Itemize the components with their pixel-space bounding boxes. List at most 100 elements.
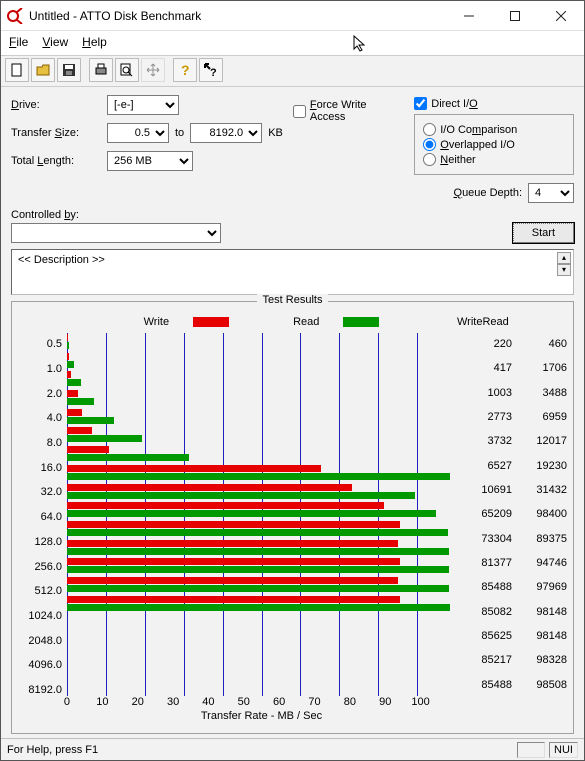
bar-row [67,576,456,595]
bar-row [67,333,456,352]
read-value: 98328 [512,654,567,666]
value-row: 10033488 [457,381,567,405]
open-button[interactable] [31,58,55,82]
y-tick-label: 16.0 [18,455,62,480]
read-bar [67,454,189,461]
write-value: 85488 [457,679,512,691]
read-bar [67,604,450,611]
read-value: 98148 [512,630,567,642]
results-body: 0.51.02.04.08.016.032.064.0128.0256.0512… [18,332,567,727]
bar-row [67,445,456,464]
bar-row [67,464,456,483]
bar-row [67,501,456,520]
kb-label: KB [268,127,283,139]
save-button[interactable] [57,58,81,82]
io-comparison-radio[interactable]: I/O Comparison [423,123,565,136]
value-row: 7330489375 [457,527,567,551]
read-bar [67,510,436,517]
value-row: 652719230 [457,454,567,478]
print-button[interactable] [89,58,113,82]
bar-row [67,389,456,408]
status-indicator: NUI [549,742,578,758]
controlled-by-select[interactable] [11,223,221,243]
value-row: 6520998400 [457,502,567,526]
write-value: 65209 [457,508,512,520]
y-tick-label: 256.0 [18,554,62,579]
total-length-select[interactable]: 256 MB [107,151,193,171]
svg-text:?: ? [210,67,217,78]
menu-view[interactable]: View [42,35,68,49]
y-axis-labels: 0.51.02.04.08.016.032.064.0128.0256.0512… [18,332,66,727]
titlebar: Untitled - ATTO Disk Benchmark [1,1,584,31]
write-bar [67,446,109,453]
direct-io-checkbox[interactable]: Direct I/O [414,97,574,110]
statusbar: For Help, press F1 NUI [1,738,584,760]
y-tick-label: 64.0 [18,505,62,530]
y-tick-label: 8.0 [18,431,62,456]
y-tick-label: 2048.0 [18,628,62,653]
write-bar [67,521,400,528]
transfer-size-label: Transfer Size: [11,127,101,139]
write-swatch-icon [193,317,229,327]
y-tick-label: 0.5 [18,332,62,357]
x-axis-label: Transfer Rate - MB / Sec [67,710,456,722]
write-bar [67,371,71,378]
y-tick-label: 32.0 [18,480,62,505]
description-spinner[interactable]: ▴ ▾ [557,252,571,276]
read-value: 31432 [512,484,567,496]
force-write-checkbox[interactable]: Force Write Access [293,99,404,123]
queue-depth-select[interactable]: 4 [528,183,574,203]
read-bar [67,379,81,386]
neither-radio[interactable]: Neither [423,153,565,166]
menu-help[interactable]: Help [82,35,107,49]
chart-plot: 0102030405060708090100 Transfer Rate - M… [66,332,457,727]
y-tick-label: 2.0 [18,381,62,406]
write-value: 1003 [457,387,512,399]
x-axis-ticks: 0102030405060708090100 [67,696,456,708]
write-value: 6527 [457,460,512,472]
value-row: 8521798328 [457,648,567,672]
write-value: 2773 [457,411,512,423]
write-bar [67,353,69,360]
read-value: 98400 [512,508,567,520]
toolbar: ? ? [1,55,584,87]
description-box[interactable]: << Description >> ▴ ▾ [11,249,574,295]
drive-select[interactable]: [-e-] [107,95,179,115]
write-value: 73304 [457,533,512,545]
zoom-button[interactable] [115,58,139,82]
transfer-from-select[interactable]: 0.5 [107,123,169,143]
close-button[interactable] [538,1,584,31]
read-bar [67,361,74,368]
new-button[interactable] [5,58,29,82]
read-bar [67,566,449,573]
context-help-button[interactable]: ? [199,58,223,82]
read-swatch-icon [343,317,379,327]
value-row: 1069131432 [457,478,567,502]
svg-text:?: ? [181,62,190,78]
io-mode-group: I/O Comparison Overlapped I/O Neither [414,114,574,175]
menu-file[interactable]: File [9,35,28,49]
write-value: 85217 [457,654,512,666]
write-value: 220 [457,338,512,350]
read-value: 98508 [512,679,567,691]
value-row: 373212017 [457,429,567,453]
queue-depth-label: Queue Depth: [454,187,523,199]
move-button[interactable] [141,58,165,82]
app-icon [7,8,23,24]
spin-down-icon[interactable]: ▾ [557,264,571,276]
write-bar [67,409,82,416]
read-bar [67,585,449,592]
minimize-button[interactable] [446,1,492,31]
results-title: Test Results [257,294,329,306]
overlapped-io-radio[interactable]: Overlapped I/O [423,138,565,151]
write-bar [67,558,400,565]
write-bar [67,540,398,547]
spin-up-icon[interactable]: ▴ [557,252,571,264]
transfer-to-select[interactable]: 8192.0 [190,123,262,143]
bar-row [67,483,456,502]
maximize-button[interactable] [492,1,538,31]
start-button[interactable]: Start [513,223,574,243]
help-button[interactable]: ? [173,58,197,82]
y-tick-label: 512.0 [18,579,62,604]
y-tick-label: 4.0 [18,406,62,431]
